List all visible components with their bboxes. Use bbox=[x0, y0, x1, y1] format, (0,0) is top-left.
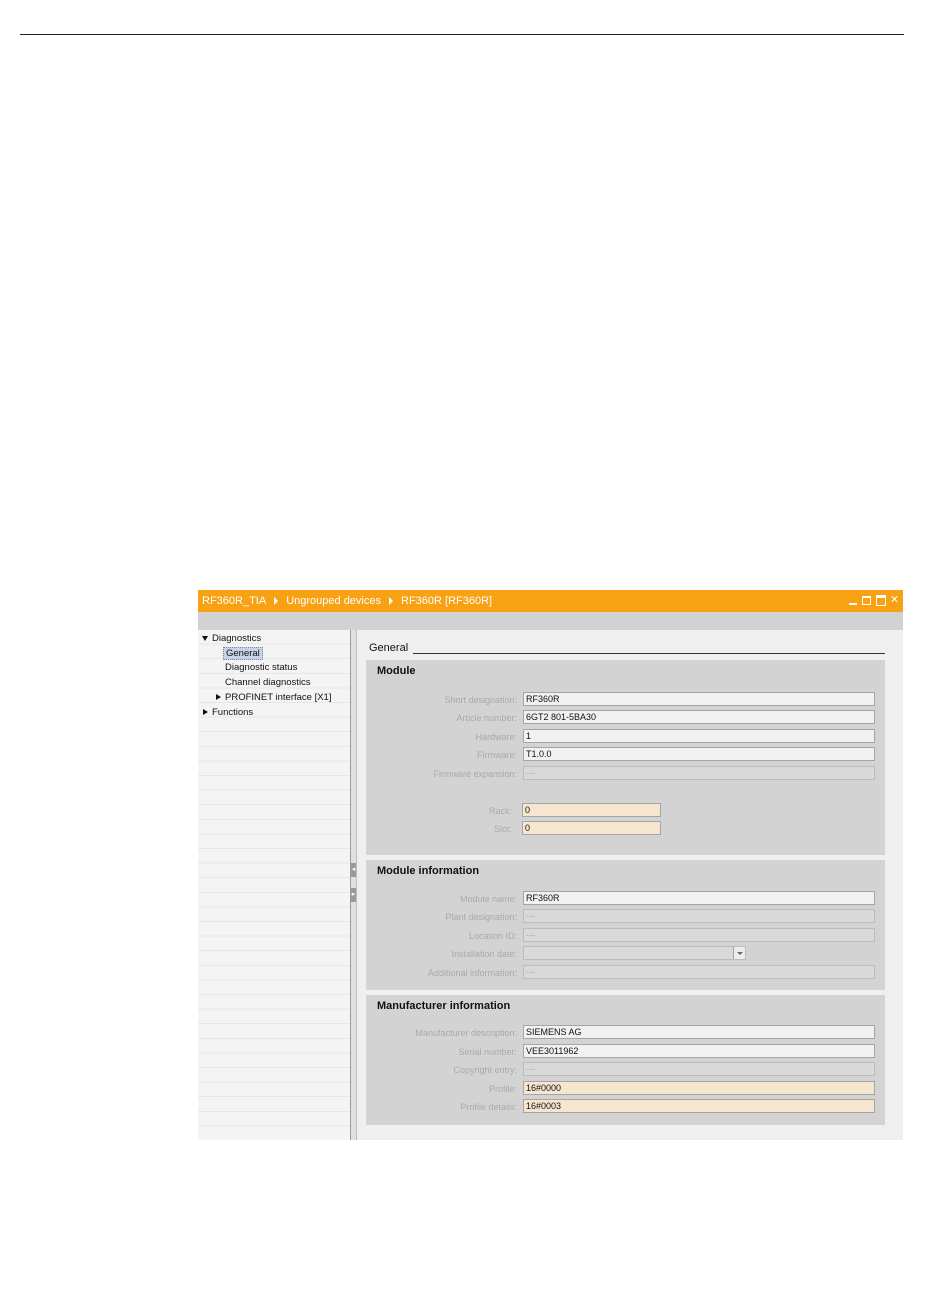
chevron-down-icon[interactable] bbox=[733, 947, 745, 959]
title-bar: RF360R_TIA Ungrouped devices RF360R [RF3… bbox=[198, 590, 903, 612]
module-name-field[interactable]: RF360R bbox=[523, 891, 875, 905]
serial-number-field[interactable]: VEE3011962 bbox=[523, 1044, 875, 1058]
float-icon[interactable] bbox=[861, 593, 872, 607]
plant-designation-field: --- bbox=[523, 909, 875, 923]
module-section: Module Short designation: RF360R Article… bbox=[366, 660, 885, 855]
expand-icon[interactable] bbox=[202, 635, 208, 641]
installation-date-field[interactable] bbox=[523, 946, 746, 960]
collapse-icon[interactable] bbox=[203, 709, 208, 716]
panel-splitter[interactable]: ◂ ▸ bbox=[351, 630, 357, 1140]
module-name-label: Module name: bbox=[459, 894, 517, 904]
properties-panel: General Module Short designation: RF360R… bbox=[358, 630, 903, 1140]
article-number-label: Article number: bbox=[456, 713, 517, 723]
firmware-field[interactable]: T1.0.0 bbox=[523, 747, 875, 761]
additional-information-label: Additional information: bbox=[427, 968, 517, 978]
expand-right-icon[interactable]: ▸ bbox=[351, 888, 356, 902]
collapse-left-icon[interactable]: ◂ bbox=[351, 863, 356, 877]
firmware-label: Firmware: bbox=[477, 750, 517, 760]
module-title: Module bbox=[377, 665, 416, 677]
slot-label: Slot: bbox=[493, 824, 512, 834]
toolbar-strip bbox=[198, 612, 903, 630]
firmware-expansion-label: Firmware expansion: bbox=[433, 769, 517, 779]
slot-field: 0 bbox=[522, 821, 661, 835]
copyright-entry-label: Copyright entry: bbox=[453, 1065, 517, 1075]
inspector-window: RF360R_TIA Ungrouped devices RF360R [RF3… bbox=[198, 590, 903, 1140]
nav-item-functions[interactable]: Functions bbox=[203, 706, 253, 720]
heading-rule bbox=[413, 653, 885, 654]
breadcrumb-separator-icon bbox=[389, 597, 393, 605]
navigation-tree: Diagnostics General Diagnostic status Ch… bbox=[198, 630, 351, 1140]
module-information-title: Module information bbox=[377, 865, 480, 877]
article-number-field[interactable]: 6GT2 801-5BA30 bbox=[523, 710, 875, 724]
nav-item-general[interactable]: General bbox=[223, 647, 263, 661]
breadcrumb-separator-icon bbox=[274, 597, 279, 605]
hardware-label: Hardware: bbox=[475, 732, 517, 742]
nav-item-channel-diagnostics[interactable]: Channel diagnostics bbox=[225, 676, 311, 690]
manufacturer-description-label: Manufacturer description: bbox=[415, 1028, 517, 1038]
module-information-section: Module information Module name: RF360R P… bbox=[366, 860, 885, 990]
section-heading-general: General bbox=[369, 642, 409, 654]
nav-item-profinet-interface[interactable]: PROFINET interface [X1] bbox=[216, 691, 331, 705]
serial-number-label: Serial number: bbox=[458, 1047, 517, 1057]
page-header-rule bbox=[20, 34, 904, 35]
close-icon[interactable]: ✕ bbox=[889, 593, 900, 607]
location-id-label: Location ID: bbox=[468, 931, 517, 941]
installation-date-label: Installation date: bbox=[451, 949, 517, 959]
breadcrumb-device[interactable]: RF360R [RF360R] bbox=[401, 595, 492, 607]
location-id-field: --- bbox=[523, 928, 875, 942]
window-controls: ✕ bbox=[847, 593, 900, 607]
breadcrumb-project[interactable]: RF360R_TIA bbox=[198, 595, 266, 607]
maximize-icon[interactable] bbox=[875, 593, 886, 607]
firmware-expansion-field: --- bbox=[523, 766, 875, 780]
collapse-icon[interactable] bbox=[216, 694, 221, 701]
rack-label: Rack: bbox=[488, 806, 512, 816]
nav-item-diagnostics[interactable]: Diagnostics bbox=[202, 632, 261, 646]
plant-designation-label: Plant designation: bbox=[445, 912, 517, 922]
manufacturer-information-section: Manufacturer information Manufacturer de… bbox=[366, 995, 885, 1125]
profile-field: 16#0000 bbox=[523, 1081, 875, 1095]
profile-label: Profile: bbox=[488, 1084, 517, 1094]
minimize-icon[interactable] bbox=[847, 593, 858, 607]
breadcrumb-group[interactable]: Ungrouped devices bbox=[286, 595, 381, 607]
nav-item-diagnostic-status[interactable]: Diagnostic status bbox=[225, 661, 297, 675]
manufacturer-description-field[interactable]: SIEMENS AG bbox=[523, 1025, 875, 1039]
copyright-entry-field: --- bbox=[523, 1062, 875, 1076]
hardware-field[interactable]: 1 bbox=[523, 729, 875, 743]
profile-details-label: Profile details: bbox=[460, 1102, 517, 1112]
manufacturer-information-title: Manufacturer information bbox=[377, 1000, 511, 1012]
additional-information-field: --- bbox=[523, 965, 875, 979]
profile-details-field: 16#0003 bbox=[523, 1099, 875, 1113]
rack-field: 0 bbox=[522, 803, 661, 817]
short-designation-field[interactable]: RF360R bbox=[523, 692, 875, 706]
short-designation-label: Short designation: bbox=[444, 695, 517, 705]
